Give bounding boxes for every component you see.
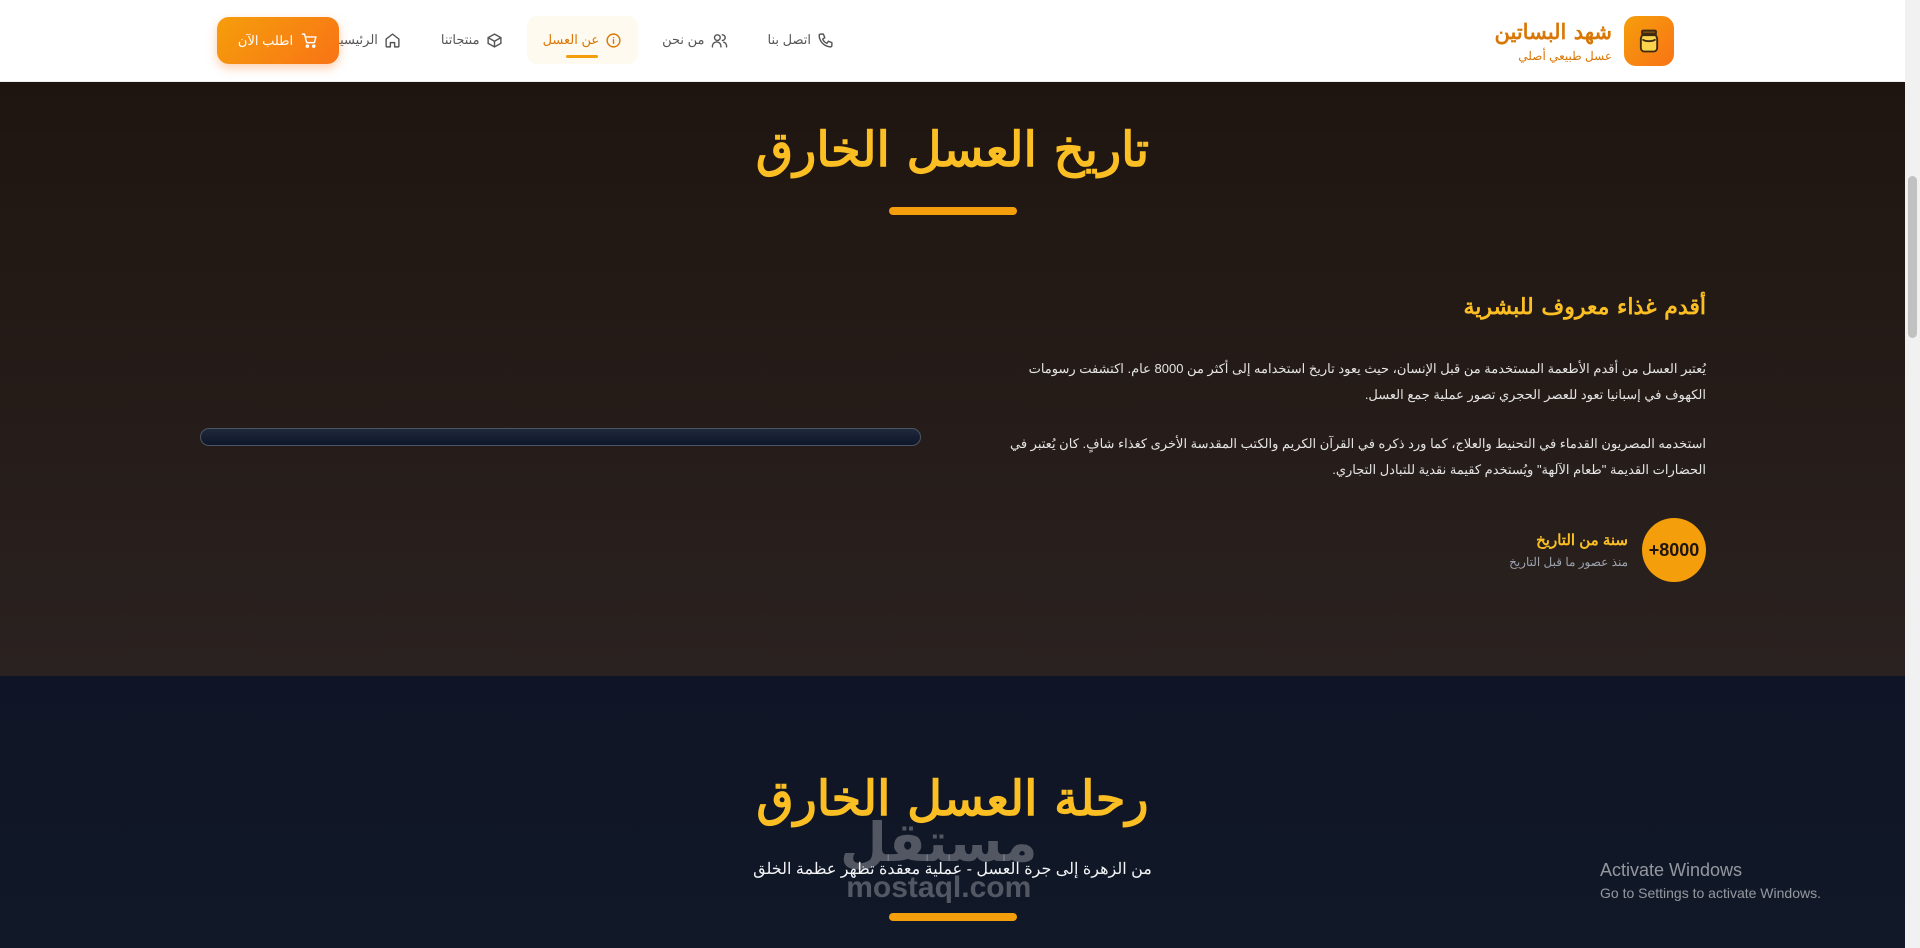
activation-title: Activate Windows	[1600, 860, 1743, 880]
nav-item-contact[interactable]: اتصل بنا	[752, 16, 850, 64]
info-icon	[606, 32, 621, 48]
cart-icon	[301, 33, 317, 48]
phone-icon	[818, 32, 833, 48]
nav-label: من نحن	[662, 32, 705, 47]
brand-tagline: عسل طبيعي أصلي	[1518, 49, 1612, 63]
journey-section: رحلة العسل الخارق من الزهرة إلى جرة العس…	[0, 676, 1905, 948]
stat-badge: +8000	[1642, 518, 1706, 582]
brand[interactable]: شهد البساتين عسل طبيعي أصلي	[1495, 16, 1674, 66]
section-title: تاريخ العسل الخارق	[755, 122, 1150, 178]
section-title: رحلة العسل الخارق	[756, 771, 1149, 827]
nav-item-about-us[interactable]: من نحن	[646, 16, 743, 64]
site-header: شهد البساتين عسل طبيعي أصلي الرئيسية منت…	[0, 0, 1905, 82]
box-icon	[486, 32, 502, 48]
history-paragraph-1: يُعتبر العسل من أقدم الأطعمة المستخدمة م…	[1028, 361, 1706, 402]
nav-label: الرئيسية	[333, 32, 378, 47]
stat-caption: منذ عصور ما قبل التاريخ	[1509, 555, 1628, 569]
stat-label: سنة من التاريخ	[1536, 532, 1628, 549]
home-icon	[385, 32, 400, 48]
honey-jar-icon	[1624, 16, 1674, 66]
nav-item-products[interactable]: منتجاتنا	[425, 16, 519, 64]
media-placeholder	[200, 428, 921, 446]
nav-label: عن العسل	[542, 32, 600, 47]
scrollbar-thumb[interactable]	[1908, 176, 1917, 338]
brand-text: شهد البساتين عسل طبيعي أصلي	[1495, 19, 1612, 63]
history-paragraph-2: استخدمه المصريون القدماء في التحنيط والع…	[1010, 436, 1706, 477]
nav-label: منتجاتنا	[440, 32, 480, 47]
nav-label: اتصل بنا	[767, 32, 811, 47]
stat-text: سنة من التاريخ منذ عصور ما قبل التاريخ	[1509, 531, 1628, 569]
title-underline	[889, 207, 1017, 215]
users-icon	[711, 33, 727, 48]
vertical-scrollbar[interactable]	[1905, 0, 1920, 948]
history-section: تاريخ العسل الخارق أقدم غذاء معروف للبشر…	[0, 82, 1905, 676]
brand-name: شهد البساتين	[1494, 19, 1612, 44]
history-stat: +8000 سنة من التاريخ منذ عصور ما قبل الت…	[1509, 518, 1706, 582]
activation-subtitle: Go to Settings to activate Windows.	[1600, 885, 1821, 901]
order-now-button[interactable]: اطلب الآن	[217, 17, 339, 64]
nav-item-about-honey[interactable]: عن العسل	[526, 16, 639, 64]
history-subtitle: أقدم غذاء معروف للبشرية	[1463, 294, 1706, 320]
title-underline	[889, 913, 1017, 921]
windows-activation-notice: Activate Windows Go to Settings to activ…	[1600, 860, 1821, 901]
order-label: اطلب الآن	[237, 32, 294, 48]
main-nav: الرئيسية منتجاتنا عن العسل من نحن اتصل ب…	[317, 16, 850, 64]
